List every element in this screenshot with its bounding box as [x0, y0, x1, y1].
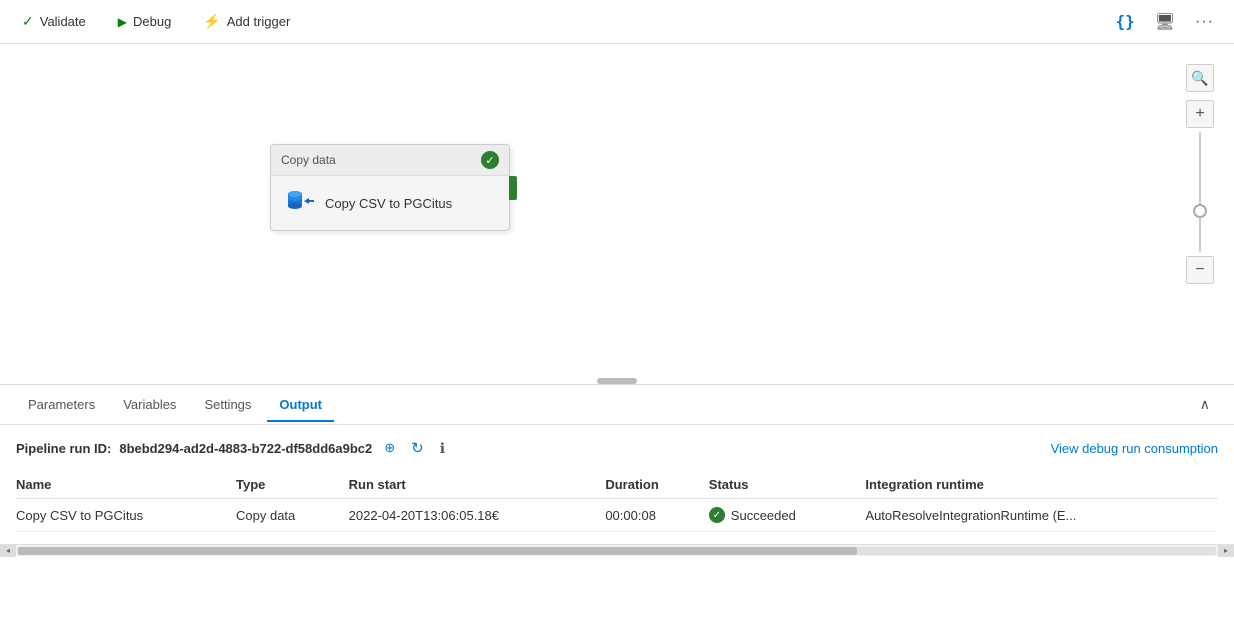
copy-icon: ⊕ [384, 440, 395, 456]
col-header-duration: Duration [605, 471, 708, 499]
lightning-icon: ⚡ [203, 13, 220, 30]
zoom-in-button[interactable]: + [1186, 100, 1214, 128]
pipeline-run-id-label: Pipeline run ID: [16, 441, 111, 456]
status-success-icon: ✓ [709, 507, 725, 523]
col-header-name: Name [16, 471, 236, 499]
pipeline-run-id-value: 8bebd294-ad2d-4883-b722-df58dd6a9bc2 [119, 441, 372, 456]
scroll-right-button[interactable]: ▸ [1218, 545, 1234, 557]
scrollbar-track [18, 547, 1216, 555]
zoom-controls: 🔍 + − [1186, 64, 1214, 284]
main-toolbar: ✓ Validate ▶ Debug ⚡ Add trigger {} 🖥 ··… [0, 0, 1234, 44]
zoom-out-button[interactable]: − [1186, 256, 1214, 284]
toolbar-right: {} 🖥 ··· [1111, 8, 1218, 36]
table-body: Copy CSV to PGCitus Copy data 2022-04-20… [16, 499, 1218, 532]
plus-icon: + [1195, 105, 1204, 123]
tab-output[interactable]: Output [267, 389, 334, 422]
output-table: Name Type Run start Duration Status Inte… [16, 471, 1218, 532]
col-header-integration-runtime: Integration runtime [865, 471, 1218, 499]
zoom-slider-track [1199, 132, 1201, 252]
validate-label: Validate [40, 14, 86, 29]
minus-icon: − [1195, 261, 1204, 279]
copy-id-button[interactable]: ⊕ [380, 438, 399, 458]
cell-duration: 00:00:08 [605, 499, 708, 532]
status-succeeded-container: ✓ Succeeded [709, 507, 854, 523]
col-header-type: Type [236, 471, 349, 499]
col-header-run-start: Run start [349, 471, 606, 499]
info-icon: ℹ [440, 440, 445, 457]
debug-button[interactable]: ▶ Debug [112, 10, 178, 33]
debug-label: Debug [133, 14, 171, 29]
toolbar-left: ✓ Validate ▶ Debug ⚡ Add trigger [16, 9, 1087, 34]
copy-data-icon [285, 188, 315, 218]
output-content: Pipeline run ID: 8bebd294-ad2d-4883-b722… [0, 425, 1234, 544]
scroll-left-button[interactable]: ◂ [0, 545, 16, 557]
activity-success-icon: ✓ [481, 151, 499, 169]
more-options-button[interactable]: ··· [1191, 9, 1218, 35]
cell-integration-runtime: AutoResolveIntegrationRuntime (E... [865, 499, 1218, 532]
code-braces-icon: {} [1115, 12, 1134, 31]
monitor-button[interactable]: 🖥 [1151, 8, 1179, 36]
tab-parameters[interactable]: Parameters [16, 389, 107, 422]
code-button[interactable]: {} [1111, 8, 1138, 35]
info-button[interactable]: ℹ [436, 438, 449, 459]
debug-play-icon: ▶ [118, 15, 127, 29]
canvas-search-button[interactable]: 🔍 [1186, 64, 1214, 92]
col-header-status: Status [709, 471, 866, 499]
pipeline-run-id-row: Pipeline run ID: 8bebd294-ad2d-4883-b722… [16, 437, 1218, 459]
table-row[interactable]: Copy CSV to PGCitus Copy data 2022-04-20… [16, 499, 1218, 532]
activity-body: Copy CSV to PGCitus [271, 176, 509, 230]
activity-type-label: Copy data [281, 153, 336, 167]
table-header: Name Type Run start Duration Status Inte… [16, 471, 1218, 499]
panel-collapse-button[interactable]: ∧ [1192, 392, 1218, 417]
view-debug-link[interactable]: View debug run consumption [1051, 441, 1218, 456]
activity-green-connector [509, 176, 517, 200]
activity-name: Copy CSV to PGCitus [325, 196, 452, 211]
table-header-row: Name Type Run start Duration Status Inte… [16, 471, 1218, 499]
activity-header-right: ✓ [481, 151, 499, 169]
validate-check-icon: ✓ [22, 13, 34, 30]
tab-settings[interactable]: Settings [192, 389, 263, 422]
tab-variables[interactable]: Variables [111, 389, 188, 422]
status-label: Succeeded [731, 508, 796, 523]
zoom-slider-thumb[interactable] [1193, 204, 1207, 218]
search-icon: 🔍 [1191, 70, 1208, 87]
ellipsis-icon: ··· [1195, 13, 1214, 31]
zoom-slider[interactable] [1199, 132, 1201, 252]
cell-status: ✓ Succeeded [709, 499, 866, 532]
bottom-panel: Parameters Variables Settings Output ∧ P… [0, 384, 1234, 556]
pipeline-canvas: Copy data ✓ [0, 44, 1234, 384]
chevron-up-icon: ∧ [1200, 396, 1210, 412]
cell-run-start: 2022-04-20T13:06:05.18€ [349, 499, 606, 532]
validate-button[interactable]: ✓ Validate [16, 9, 92, 34]
add-trigger-label: Add trigger [227, 14, 291, 29]
add-trigger-button[interactable]: ⚡ Add trigger [197, 9, 296, 34]
activity-node[interactable]: Copy data ✓ [270, 144, 510, 231]
scrollbar-thumb[interactable] [18, 547, 857, 555]
refresh-button[interactable]: ↻ [407, 437, 428, 459]
refresh-icon: ↻ [411, 439, 424, 457]
cell-type: Copy data [236, 499, 349, 532]
horizontal-scrollbar[interactable]: ◂ ▸ [0, 544, 1234, 556]
activity-header: Copy data ✓ [271, 145, 509, 176]
cell-name: Copy CSV to PGCitus [16, 499, 236, 532]
panel-tabs: Parameters Variables Settings Output ∧ [0, 385, 1234, 425]
monitor-icon: 🖥 [1155, 12, 1175, 32]
